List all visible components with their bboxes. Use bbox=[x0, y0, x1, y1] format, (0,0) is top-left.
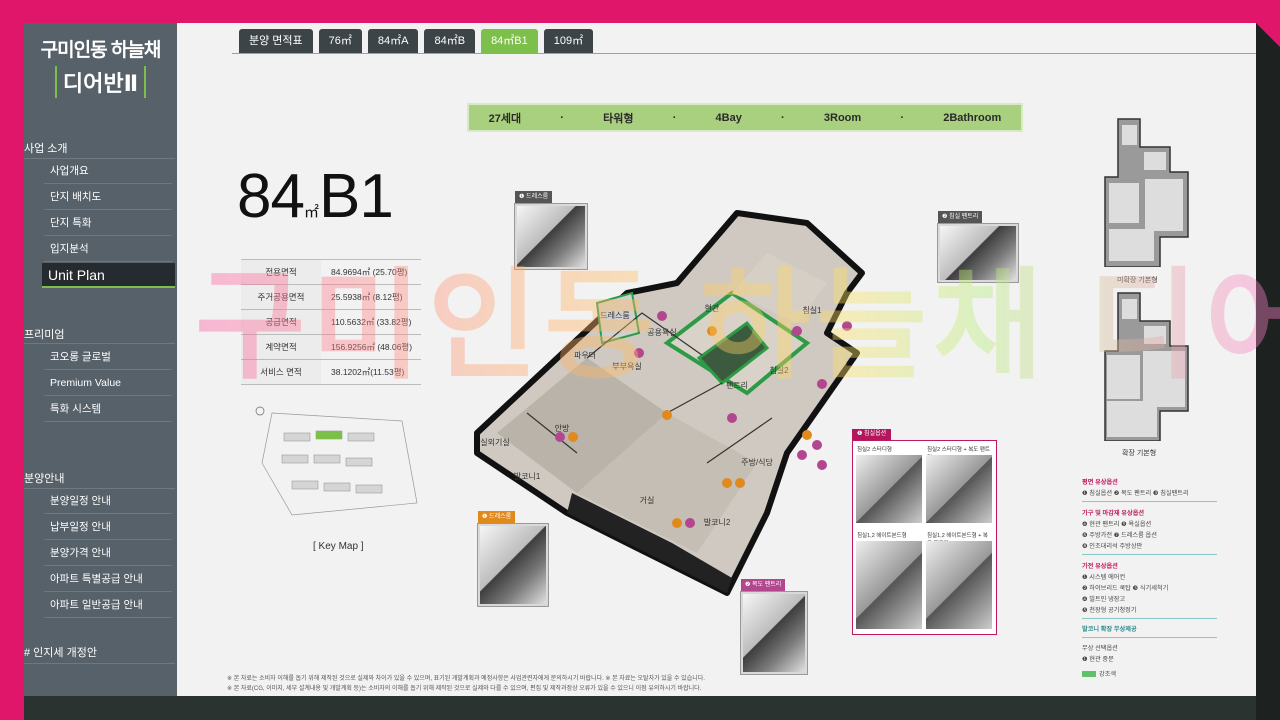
brand-title: 구미인동 하늘채 bbox=[40, 40, 162, 61]
callout-caption: ❷ 복도 팬트리 bbox=[741, 579, 786, 591]
spec-rooms: 3Room bbox=[823, 111, 862, 124]
nav-item-kolon-global[interactable]: 코오롱 글로벌 bbox=[44, 345, 172, 370]
room-label: 발코니2 bbox=[704, 517, 731, 527]
nav-item-site-plan[interactable]: 단지 배치도 bbox=[44, 185, 172, 210]
spec-dot: · bbox=[560, 111, 564, 124]
nav-item-features[interactable]: 단지 특화 bbox=[44, 211, 172, 236]
legend-title: 가구 및 마감재 유상옵션 bbox=[1082, 510, 1145, 517]
legend-row: ❹ 빌트인 냉장고 bbox=[1082, 596, 1126, 603]
tab-84b[interactable]: 84㎡B bbox=[424, 29, 476, 53]
divider bbox=[1082, 554, 1217, 555]
tab-84b1[interactable]: 84㎡B1 bbox=[481, 29, 538, 53]
room-label: 거실 bbox=[640, 495, 655, 505]
nav-item-payment[interactable]: 납부일정 안내 bbox=[44, 515, 172, 540]
option-legend: 평면 유상옵션 ❶ 침실옵션 ❷ 복도 팬트리 ❸ 침실팬트리 가구 및 마감재… bbox=[1082, 471, 1217, 678]
legend-title: 가전 유상옵션 bbox=[1082, 563, 1118, 570]
legend-swatch-label: 강조색 bbox=[1099, 671, 1117, 678]
spec-dot: · bbox=[672, 111, 677, 124]
option-caption: 침실1,2 헤이트본드형 bbox=[857, 533, 907, 539]
legend-row: ❺ 천장형 공기청정기 bbox=[1082, 607, 1137, 614]
legend-row: ❶ 현관 중문 bbox=[1082, 656, 1114, 663]
divider bbox=[24, 663, 175, 664]
brand-subtitle: 디어반Ⅱ bbox=[54, 66, 147, 98]
nav-item-general-supply[interactable]: 아파트 일반공급 안내 bbox=[44, 593, 172, 618]
legend-row: ❻ 주방가전 ❼ 드레스룸 옵션 bbox=[1082, 532, 1157, 539]
spec-bay: 4Bay bbox=[715, 111, 742, 124]
unit-spec-bar: 27세대 · 타워형 · 4Bay · 3Room · 2Bathroom bbox=[467, 103, 1023, 132]
room-label: 안방 bbox=[555, 423, 570, 433]
tab-76[interactable]: 76㎡ bbox=[318, 29, 362, 53]
legend-row: ❽ 인조대리석 주방상판 bbox=[1082, 543, 1143, 550]
option-photo[interactable] bbox=[926, 541, 992, 629]
unit-size: 84 bbox=[237, 162, 305, 231]
nav-item-overview[interactable]: 사업개요 bbox=[44, 159, 172, 184]
divider bbox=[1082, 501, 1217, 502]
nav-item-special-supply[interactable]: 아파트 특별공급 안내 bbox=[44, 567, 172, 592]
option-photo[interactable] bbox=[856, 541, 922, 629]
spec-dot: · bbox=[781, 111, 785, 124]
nav-item-unit-plan[interactable]: Unit Plan bbox=[42, 263, 175, 288]
frame-top bbox=[0, 0, 1280, 23]
option-panel-title: ❶ 침실옵션 bbox=[852, 429, 892, 440]
option-photo[interactable] bbox=[856, 455, 922, 523]
nav-section-premium[interactable]: 프리미엄 bbox=[24, 326, 64, 342]
callout-caption: ❷ 침실 팬트리 bbox=[938, 211, 983, 223]
callout-dressroom-2[interactable]: ❶ 드레스룸 bbox=[477, 511, 549, 607]
spec-dot: · bbox=[900, 111, 905, 124]
legend-row: ❹ 현관 팬트리 ❺ 욕실옵션 bbox=[1082, 521, 1152, 528]
callout-caption: ❶ 드레스룸 bbox=[515, 191, 553, 203]
footnote: ※ 본 자료는 소비자 이해를 돕기 위해 제작된 것으로 실제와 차이가 있을… bbox=[227, 676, 705, 682]
divider bbox=[1082, 618, 1217, 619]
footnote: ※ 본 자료(CG, 이미지, 세부 설계내용 및 개발계획 등)는 소비자의 … bbox=[227, 686, 702, 692]
nav-item-location[interactable]: 입지분석 bbox=[44, 237, 172, 262]
footnotes: ※ 본 자료는 소비자 이해를 돕기 위해 제작된 것으로 실제와 차이가 있을… bbox=[227, 674, 705, 694]
thumb-caption: 확장 기본형 bbox=[1122, 450, 1157, 457]
nav-item-price[interactable]: 분양가격 안내 bbox=[44, 541, 172, 566]
room-label: 주방/식당 bbox=[741, 457, 773, 467]
key-map-label: [ Key Map ] bbox=[313, 541, 364, 552]
spec-type: 타워형 bbox=[603, 112, 634, 125]
legend-title: 평면 유상옵션 bbox=[1082, 479, 1118, 486]
nav-section-stamp-tax[interactable]: # 인지세 개정안 bbox=[24, 644, 97, 660]
spec-bathrooms: 2Bathroom bbox=[943, 111, 1002, 124]
legend-row: ❷ 하이브리드 쿡탑 ❸ 식기세척기 bbox=[1082, 585, 1169, 592]
unit-unit: ㎡ bbox=[303, 204, 319, 221]
tab-109[interactable]: 109㎡ bbox=[543, 29, 594, 53]
bedroom-option-panel: ❶ 침실옵션 침실2 스터디형 침실2 스터디형 + 복도 팬트리 2 침실1,… bbox=[852, 429, 997, 635]
frame-bottom bbox=[24, 696, 1256, 720]
option-photo[interactable] bbox=[926, 455, 992, 523]
callout-photo bbox=[743, 594, 805, 672]
tab-84a[interactable]: 84㎡A bbox=[367, 29, 419, 53]
nav-item-premium-value[interactable]: Premium Value bbox=[44, 371, 172, 396]
callout-photo bbox=[480, 526, 546, 604]
unit-tabs: 분양 면적표 76㎡ 84㎡A 84㎡B 84㎡B1 109㎡ bbox=[239, 29, 594, 53]
room-label: 발코니1 bbox=[514, 471, 541, 481]
key-map bbox=[255, 406, 418, 516]
legend-swatch bbox=[1082, 671, 1096, 678]
legend-balcony: 발코니 확장 무상제공 bbox=[1082, 626, 1137, 633]
room-label: 실외기실 bbox=[480, 437, 509, 447]
callout-hall-pantry[interactable]: ❷ 복도 팬트리 bbox=[740, 579, 808, 675]
divider bbox=[1082, 637, 1217, 638]
tab-area-table[interactable]: 분양 면적표 bbox=[239, 29, 313, 53]
brand-logo[interactable]: 구미인동 하늘채 디어반Ⅱ bbox=[24, 35, 177, 98]
tab-underline bbox=[232, 53, 1256, 54]
nav-item-system[interactable]: 특화 시스템 bbox=[44, 397, 172, 422]
legend-row: ❶ 침실옵션 ❷ 복도 팬트리 ❸ 침실팬트리 bbox=[1082, 490, 1189, 497]
nav-section-sales[interactable]: 분양안내 bbox=[24, 470, 64, 486]
nav-section-intro[interactable]: 사업 소개 bbox=[24, 140, 68, 156]
unit-title: 84㎡B1 bbox=[237, 161, 394, 232]
divider bbox=[24, 343, 175, 344]
option-caption: 침실2 스터디형 bbox=[857, 447, 892, 453]
main-content: 분양 면적표 76㎡ 84㎡A 84㎡B 84㎡B1 109㎡ 27세대 · 타… bbox=[177, 23, 1280, 696]
sidebar: 구미인동 하늘채 디어반Ⅱ 사업 소개 사업개요 단지 배치도 단지 특화 입지… bbox=[24, 23, 177, 696]
spec-households: 27세대 bbox=[488, 112, 522, 125]
legend-row: ❶ 시스템 에어컨 bbox=[1082, 574, 1126, 581]
nav-item-schedule[interactable]: 분양일정 안내 bbox=[44, 489, 172, 514]
legend-free-title: 무상 선택옵션 bbox=[1082, 645, 1118, 652]
watermark: 구미인동 하늘채 디어반2차 bbox=[195, 228, 1280, 402]
frame-left bbox=[0, 0, 24, 720]
unit-type: B1 bbox=[318, 162, 394, 231]
callout-caption: ❶ 드레스룸 bbox=[478, 511, 516, 523]
